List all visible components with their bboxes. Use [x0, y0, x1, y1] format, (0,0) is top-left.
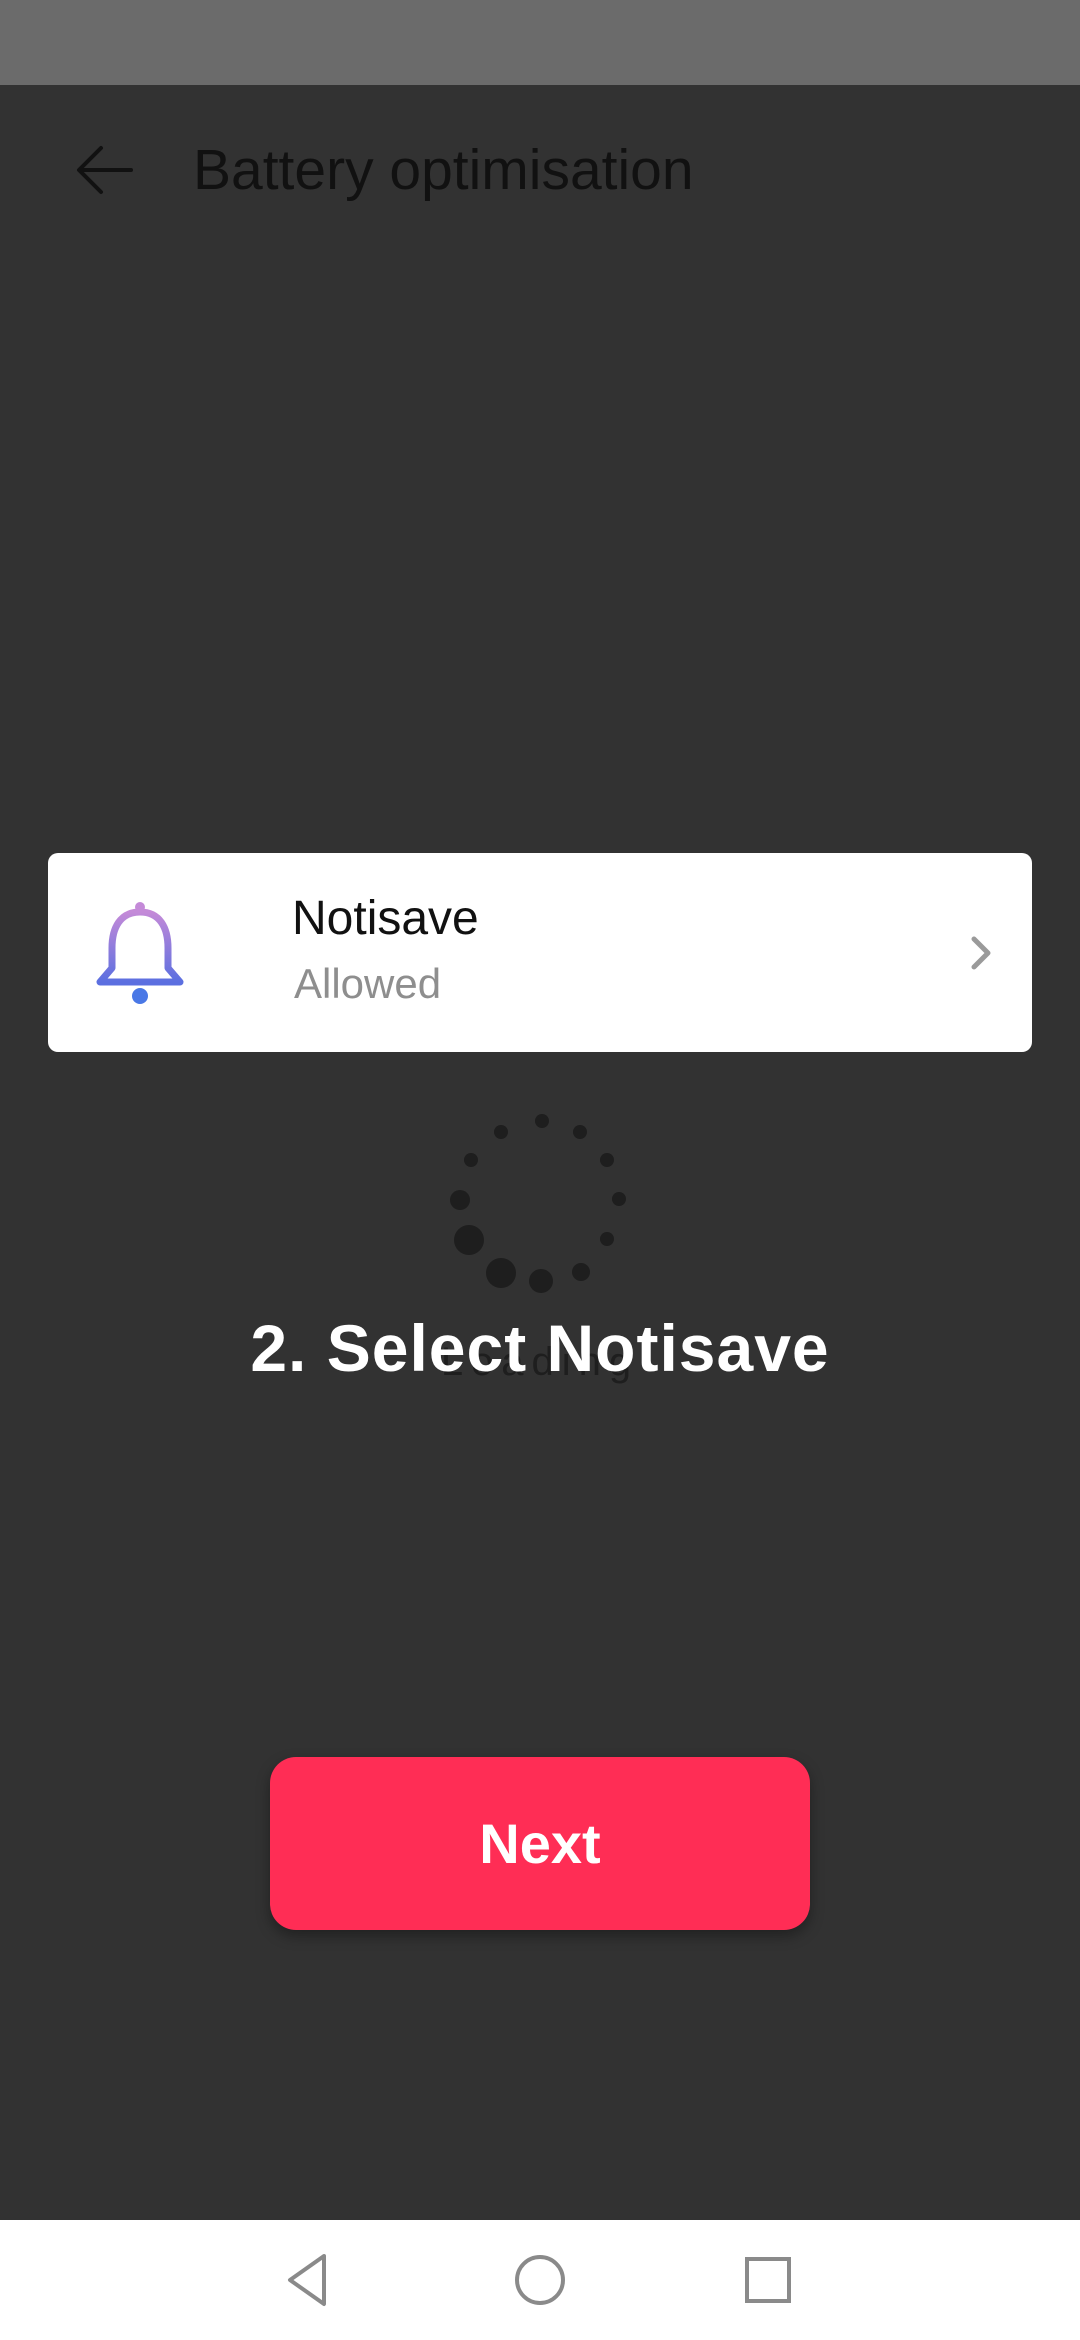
spinner-dot	[600, 1232, 614, 1246]
arrow-left-icon	[77, 146, 133, 194]
spinner-dot	[612, 1192, 626, 1206]
app-name: Notisave	[292, 892, 479, 945]
nav-recents-button[interactable]	[728, 2240, 808, 2320]
header: Battery optimisation	[0, 85, 1080, 255]
app-list-item-notisave[interactable]: Notisave Allowed	[48, 853, 1032, 1052]
circle-home-icon	[515, 2255, 565, 2305]
spinner-dot	[450, 1190, 470, 1210]
app-status: Allowed	[294, 960, 442, 1007]
page-title: Battery optimisation	[193, 138, 694, 202]
spinner-dot	[529, 1269, 553, 1293]
spinner-dot	[486, 1258, 516, 1288]
chevron-right-icon	[971, 936, 991, 970]
nav-back-button[interactable]	[268, 2240, 348, 2320]
nav-home-button[interactable]	[500, 2240, 580, 2320]
spinner-dot	[573, 1125, 587, 1139]
spinner-dot	[600, 1153, 614, 1167]
navigation-bar	[0, 2220, 1080, 2340]
bell-icon	[96, 902, 184, 1004]
next-button[interactable]: Next	[270, 1757, 810, 1930]
triangle-back-icon	[288, 2254, 326, 2306]
spinner-dot	[454, 1225, 484, 1255]
instruction-text: 2. Select Notisave	[250, 1311, 830, 1385]
spinner-dot	[494, 1125, 508, 1139]
back-button[interactable]	[60, 125, 150, 215]
spinner-dot	[464, 1153, 478, 1167]
status-bar	[0, 0, 1080, 85]
loading-spinner-icon	[440, 1110, 640, 1310]
spinner-dot	[572, 1263, 590, 1281]
spinner-dot	[535, 1114, 549, 1128]
square-recents-icon	[745, 2257, 791, 2303]
